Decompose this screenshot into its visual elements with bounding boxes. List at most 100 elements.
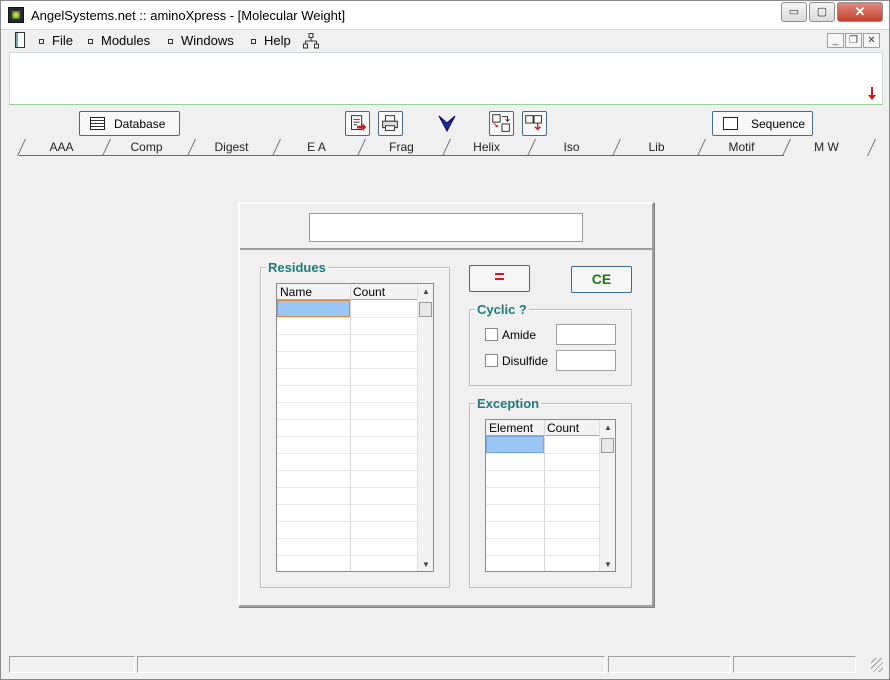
database-button[interactable]: Database: [79, 111, 180, 136]
disulfide-checkbox[interactable]: [485, 354, 498, 367]
row-divider: [277, 351, 417, 352]
message-area[interactable]: [9, 52, 883, 105]
maximize-window-button[interactable]: ▢: [809, 2, 835, 22]
row-divider: [486, 504, 599, 505]
network-icon[interactable]: [303, 33, 319, 49]
column-divider: [350, 284, 351, 571]
document-icon[interactable]: [15, 32, 25, 48]
transfer-icon: [525, 115, 542, 131]
app-window: AngelSystems.net :: aminoXpress - [Molec…: [0, 0, 890, 680]
exception-table[interactable]: Element Count ▲ ▼: [485, 419, 616, 572]
close-icon: ✕: [854, 4, 866, 19]
selected-cell[interactable]: [277, 300, 350, 317]
formula-input[interactable]: [309, 213, 583, 242]
database-icon: [90, 117, 105, 130]
row-divider: [486, 453, 599, 454]
status-pane: [733, 656, 856, 673]
residues-table[interactable]: Name Count ▲ ▼: [276, 283, 434, 572]
disulfide-label: Disulfide: [502, 354, 549, 368]
scroll-up-icon[interactable]: ▲: [422, 287, 430, 296]
tab-iso[interactable]: Iso: [529, 139, 614, 156]
menu-file[interactable]: File: [39, 33, 73, 48]
title-bar: AngelSystems.net :: aminoXpress - [Molec…: [1, 1, 889, 30]
amide-checkbox[interactable]: [485, 328, 498, 341]
close-window-button[interactable]: ✕: [837, 2, 883, 22]
amide-label: Amide: [502, 328, 537, 342]
tab-comp[interactable]: Comp: [104, 139, 189, 156]
row-divider: [277, 470, 417, 471]
arrow-down-icon[interactable]: [867, 87, 877, 101]
row-divider: [277, 538, 417, 539]
sequence-button[interactable]: Sequence: [712, 111, 813, 136]
row-divider: [277, 368, 417, 369]
status-pane: [9, 656, 135, 673]
scroll-down-icon[interactable]: ▼: [422, 560, 430, 569]
tab-ea[interactable]: E A: [274, 139, 359, 156]
bullet-icon: [168, 39, 173, 45]
row-divider: [486, 555, 599, 556]
scroll-down-icon[interactable]: ▼: [604, 560, 612, 569]
row-divider: [277, 334, 417, 335]
menu-modules[interactable]: Modules: [88, 33, 150, 48]
row-divider: [277, 385, 417, 386]
mdi-restore-button[interactable]: ❐: [845, 33, 862, 48]
menu-bar: File Modules Windows Help _ ❐ ✕: [9, 30, 883, 52]
menu-help[interactable]: Help: [251, 33, 291, 48]
document-export-icon: [351, 115, 367, 132]
menu-windows[interactable]: Windows: [168, 33, 234, 48]
cyclic-title: Cyclic ?: [475, 302, 529, 317]
tab-mw[interactable]: M W: [784, 139, 869, 156]
row-divider: [277, 487, 417, 488]
minimize-window-button[interactable]: ▭: [781, 2, 807, 22]
printer-icon: [382, 115, 398, 131]
residues-title: Residues: [266, 260, 328, 275]
swap-button[interactable]: [489, 111, 514, 136]
status-pane: [137, 656, 605, 673]
row-divider: [277, 504, 417, 505]
exception-scrollbar[interactable]: ▲ ▼: [599, 420, 615, 571]
row-divider: [277, 402, 417, 403]
transfer-button[interactable]: [522, 111, 547, 136]
status-pane: [608, 656, 731, 673]
resize-grip-icon[interactable]: [871, 658, 883, 672]
app-icon[interactable]: [8, 7, 24, 23]
module-tabs: AAA Comp Digest E A Frag Helix Iso Lib M…: [9, 139, 883, 157]
tab-frag[interactable]: Frag: [359, 139, 444, 156]
column-header-count[interactable]: Count: [353, 285, 385, 299]
maximize-icon: ▢: [816, 6, 828, 18]
cyclic-group: [469, 309, 632, 386]
mdi-minimize-button[interactable]: _: [827, 33, 844, 48]
ce-button[interactable]: CE: [571, 266, 632, 293]
tab-aaa[interactable]: AAA: [19, 139, 104, 156]
tab-digest[interactable]: Digest: [189, 139, 274, 156]
chevron-down-icon[interactable]: [437, 114, 457, 134]
selected-cell[interactable]: [486, 436, 544, 453]
column-header-element[interactable]: Element: [489, 421, 533, 435]
tab-lib[interactable]: Lib: [614, 139, 699, 156]
exception-table-header: Element Count: [486, 420, 599, 436]
residues-scrollbar[interactable]: ▲ ▼: [417, 284, 433, 571]
row-divider: [277, 453, 417, 454]
row-divider: [277, 555, 417, 556]
calculate-button[interactable]: =: [469, 265, 530, 292]
row-divider: [486, 487, 599, 488]
tab-motif[interactable]: Motif: [699, 139, 784, 156]
row-divider: [486, 538, 599, 539]
scroll-thumb[interactable]: [601, 438, 614, 453]
minimize-icon: ▭: [788, 6, 800, 18]
column-divider: [544, 420, 545, 571]
export-button[interactable]: [345, 111, 370, 136]
disulfide-input[interactable]: [556, 350, 616, 371]
mdi-close-button[interactable]: ✕: [863, 33, 880, 48]
sequence-icon: [723, 117, 738, 130]
tab-helix[interactable]: Helix: [444, 139, 529, 156]
print-button[interactable]: [378, 111, 403, 136]
scroll-thumb[interactable]: [419, 302, 432, 317]
scroll-up-icon[interactable]: ▲: [604, 423, 612, 432]
bullet-icon: [88, 39, 93, 45]
column-header-name[interactable]: Name: [280, 285, 312, 299]
column-header-count[interactable]: Count: [547, 421, 579, 435]
amide-input[interactable]: [556, 324, 616, 345]
row-divider: [277, 317, 417, 318]
row-divider: [486, 521, 599, 522]
